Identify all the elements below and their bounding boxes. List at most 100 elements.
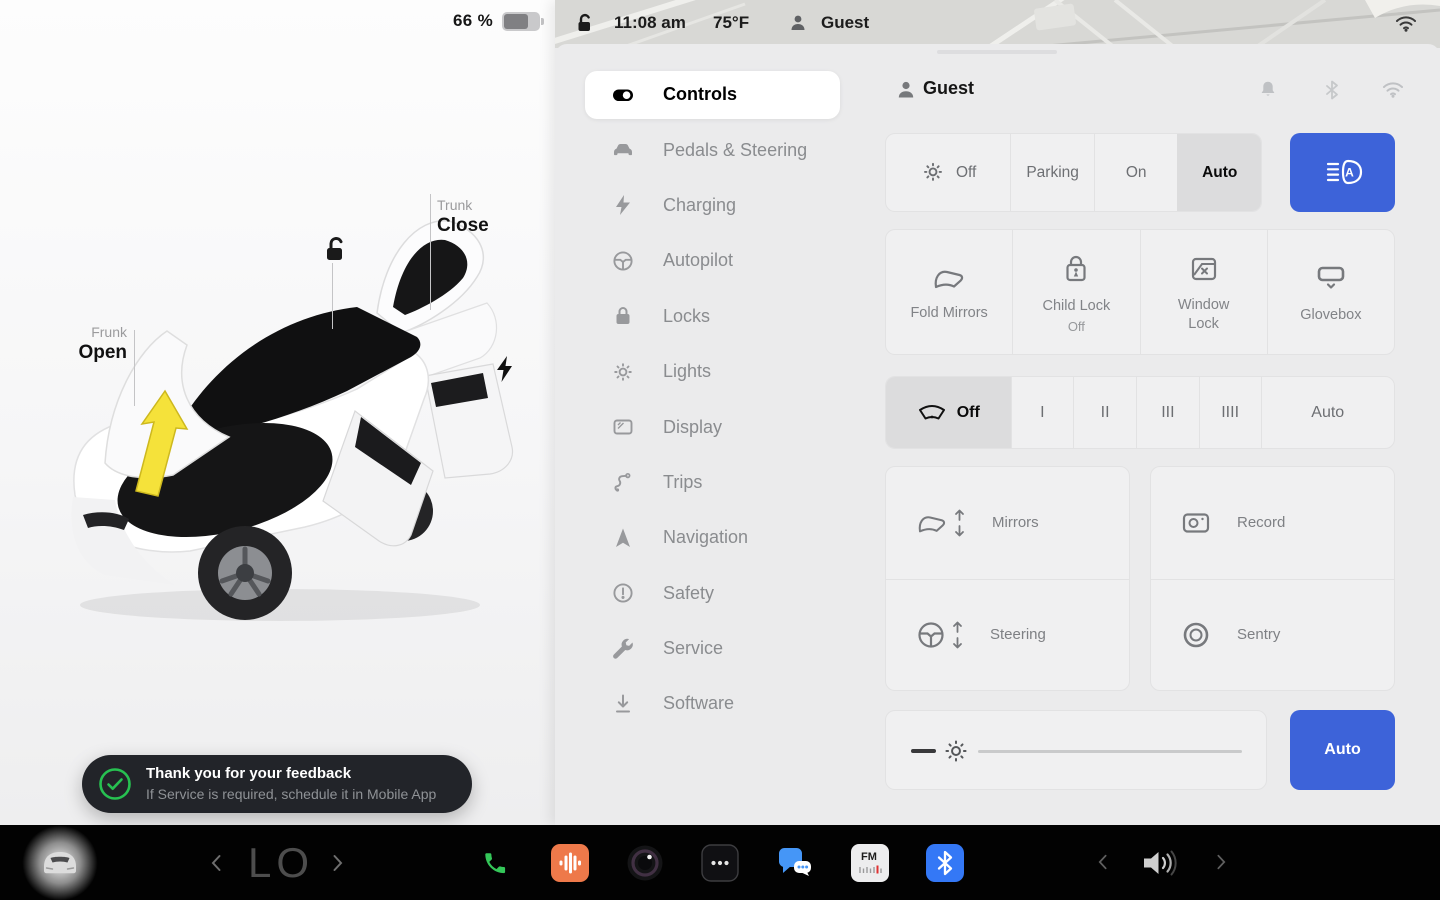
sidebar-item-label: Display — [663, 417, 722, 438]
segment-label: II — [1101, 404, 1110, 422]
fold-mirrors-button[interactable]: Fold Mirrors — [886, 230, 1012, 354]
headlights-off-segment[interactable]: Off — [886, 134, 1010, 211]
steering-adjust-button[interactable]: Steering — [886, 579, 1129, 691]
sidebar-item-label: Lights — [663, 361, 711, 382]
brightness-track[interactable] — [978, 750, 1242, 753]
sidebar-item-label: Trips — [663, 472, 702, 493]
audio-player-app-icon[interactable] — [551, 844, 589, 882]
phone-app-icon[interactable] — [476, 844, 514, 882]
auto-button-label: Auto — [1324, 741, 1360, 759]
brightness-sun-icon[interactable] — [942, 737, 970, 765]
sidebar-item-charging[interactable]: Charging — [585, 178, 840, 233]
bottom-dock: LO — [0, 825, 1440, 900]
bluetooth-app-icon[interactable] — [926, 844, 964, 882]
sidebar-item-locks[interactable]: Locks — [585, 289, 840, 344]
headlights-row: Off Parking On Auto — [885, 133, 1395, 212]
wipers-1-segment[interactable]: I — [1011, 377, 1074, 448]
brightness-filled-track — [911, 749, 936, 753]
wipers-3-segment[interactable]: III — [1136, 377, 1199, 448]
controls-panel: 11:08 am 75°F Guest — [555, 0, 1440, 825]
sidebar-item-display[interactable]: Display — [585, 399, 840, 454]
volume-icon[interactable] — [1140, 846, 1180, 880]
sidebar-item-label: Locks — [663, 306, 710, 327]
wipers-segmented-control: Off I II III IIII — [885, 376, 1395, 449]
up-down-arrows-icon — [953, 508, 966, 538]
sidebar-item-safety[interactable]: Safety — [585, 566, 840, 621]
controls-content: Guest — [885, 44, 1395, 825]
wiper-icon — [917, 401, 947, 425]
segment-label: Off — [957, 404, 980, 422]
wipers-off-segment[interactable]: Off — [886, 377, 1011, 448]
sidebar-item-navigation[interactable]: Navigation — [585, 510, 840, 565]
bolt-icon — [611, 193, 635, 217]
wipers-2-segment[interactable]: II — [1073, 377, 1136, 448]
fm-radio-app-icon[interactable]: FM — [851, 844, 889, 882]
sidebar-item-label: Autopilot — [663, 250, 733, 271]
headlights-auto-segment[interactable]: Auto — [1177, 134, 1261, 211]
lock-icon — [611, 304, 635, 328]
sidebar-item-label: Software — [663, 693, 734, 714]
sidebar-item-autopilot[interactable]: Autopilot — [585, 233, 840, 288]
wifi-status-icon[interactable] — [1381, 79, 1403, 101]
quick-buttons-row: Fold Mirrors Child Lock Off — [885, 229, 1395, 355]
segment-label: On — [1126, 164, 1147, 182]
sidebar-item-service[interactable]: Service — [585, 621, 840, 676]
bluetooth-icon[interactable] — [1321, 79, 1343, 101]
unlock-icon[interactable] — [319, 233, 349, 263]
sidebar-item-label: Pedals & Steering — [663, 140, 807, 161]
sidebar-item-trips[interactable]: Trips — [585, 455, 840, 510]
volume-up-chevron[interactable] — [1216, 853, 1228, 873]
clock: 11:08 am — [614, 13, 686, 33]
headlights-parking-segment[interactable]: Parking — [1010, 134, 1094, 211]
auto-highbeam-button[interactable]: A — [1290, 133, 1395, 212]
temp-increase-chevron[interactable] — [332, 853, 344, 873]
notifications-bell-icon[interactable] — [1257, 79, 1279, 101]
camera-record-icon — [1181, 510, 1211, 536]
segment-label: I — [1040, 404, 1044, 422]
frunk-open-button[interactable]: Open — [72, 341, 127, 366]
charge-port-icon[interactable] — [495, 355, 515, 383]
sidebar-item-controls[interactable]: Controls — [585, 71, 840, 119]
trunk-close-button[interactable]: Close — [437, 214, 489, 239]
brightness-row: Auto — [885, 710, 1395, 790]
sidebar-item-lights[interactable]: Lights — [585, 344, 840, 399]
sidebar-item-software[interactable]: Software — [585, 676, 840, 731]
adjust-button-label: Record — [1237, 514, 1285, 531]
sun-icon — [611, 360, 635, 384]
segment-label: Auto — [1311, 404, 1344, 422]
driver-profile-name[interactable]: Guest — [923, 78, 974, 99]
quick-button-label: Glovebox — [1300, 306, 1361, 324]
toast-subtitle: If Service is required, schedule it in M… — [146, 785, 436, 804]
window-lock-button[interactable]: Window Lock — [1140, 230, 1267, 354]
quick-button-state: Off — [1068, 319, 1085, 334]
sidebar-item-label: Navigation — [663, 527, 748, 548]
profile-row: Guest — [885, 70, 1395, 110]
child-lock-icon — [1062, 254, 1090, 284]
mirrors-adjust-button[interactable]: Mirrors — [886, 467, 1129, 579]
sentry-button[interactable]: Sentry — [1151, 579, 1394, 691]
profile-name[interactable]: Guest — [821, 13, 869, 33]
climate-temperature[interactable]: LO — [244, 839, 318, 887]
wipers-auto-segment[interactable]: Auto — [1261, 377, 1394, 448]
toggle-icon — [611, 83, 635, 107]
wifi-icon — [1394, 0, 1418, 45]
messages-app-icon[interactable] — [776, 844, 814, 882]
wipers-row: Off I II III IIII — [885, 376, 1395, 449]
camera-app-icon[interactable] — [626, 844, 664, 882]
car-app-button[interactable] — [36, 842, 84, 883]
sidebar-item-pedals-steering[interactable]: Pedals & Steering — [585, 122, 840, 177]
brightness-auto-button[interactable]: Auto — [1290, 710, 1395, 790]
more-apps-icon[interactable] — [701, 844, 739, 882]
child-lock-button[interactable]: Child Lock Off — [1012, 230, 1139, 354]
car-render — [25, 185, 525, 635]
temp-decrease-chevron[interactable] — [210, 853, 222, 873]
brightness-slider[interactable] — [885, 710, 1267, 790]
wipers-4-segment[interactable]: IIII — [1199, 377, 1261, 448]
trunk-callout-line — [430, 194, 431, 310]
glovebox-button[interactable]: Glovebox — [1267, 230, 1394, 354]
headlights-on-segment[interactable]: On — [1094, 134, 1178, 211]
vehicle-unlocked-icon — [573, 0, 595, 45]
sidebar-item-label: Charging — [663, 195, 736, 216]
volume-down-chevron[interactable] — [1097, 853, 1109, 873]
record-button[interactable]: Record — [1151, 467, 1394, 579]
